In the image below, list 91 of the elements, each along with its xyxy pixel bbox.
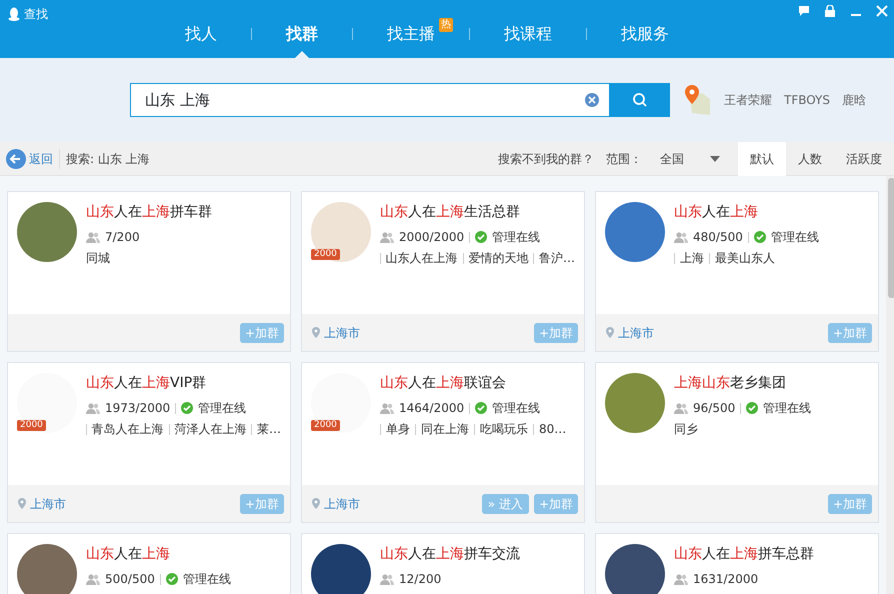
nav-tab[interactable]: 找服务 [587, 10, 703, 58]
group-tag: 单身 [386, 420, 410, 438]
members-icon [380, 574, 394, 584]
member-limit-badge: 2000 [17, 420, 46, 431]
sort-tab[interactable]: 人数 [786, 142, 834, 176]
clear-icon[interactable] [585, 93, 599, 107]
not-found-link[interactable]: 搜索不到我的群？ [498, 150, 594, 168]
member-count: 480/500 [693, 229, 743, 246]
group-name[interactable]: 山东人在上海 [86, 544, 281, 565]
scope-label: 范围： [606, 150, 642, 168]
members-icon [380, 402, 394, 414]
member-count: 2000/2000 [399, 229, 464, 246]
members-icon [674, 232, 688, 242]
member-count: 1973/2000 [105, 400, 170, 417]
keyword-link[interactable]: 鹿晗 [836, 91, 872, 109]
members-icon [86, 574, 100, 584]
window-title: 查找 [24, 6, 48, 23]
search-button[interactable] [610, 83, 670, 117]
feedback-icon[interactable] [798, 5, 810, 17]
group-tag: 爱情的天地 [468, 249, 528, 267]
members-icon [674, 402, 688, 414]
search-field[interactable]: 山东 上海 [130, 83, 610, 117]
admin-status: 管理在线 [763, 400, 812, 417]
group-tag: 吃喝玩乐 [480, 420, 528, 438]
group-tag: 同在上海 [421, 420, 469, 438]
scrollbar-thumb[interactable] [888, 178, 894, 298]
location-pin-icon [606, 327, 614, 338]
admin-status: 管理在线 [770, 229, 819, 246]
location-text: 上海市 [30, 496, 66, 512]
nav-tab[interactable]: 找主播 热 [353, 10, 469, 58]
members-icon [86, 402, 100, 414]
group-tag: 同乡 [674, 420, 698, 438]
group-tag: 菏泽人在上海 [174, 420, 246, 438]
location-text: 上海市 [324, 324, 360, 342]
avatar-photo [311, 544, 371, 594]
member-limit-badge: 2000 [311, 420, 340, 431]
group-tag: 莱… [257, 420, 281, 438]
avatar-photo [17, 544, 77, 594]
group-tag: 80… [539, 420, 566, 438]
location-text: 上海市 [618, 324, 654, 342]
keyword-link[interactable]: TFBOYS [778, 91, 836, 109]
group-name[interactable]: 上海山东老乡集团 [674, 373, 869, 394]
sort-tab[interactable]: 默认 [738, 142, 786, 176]
location-pin-icon [312, 327, 320, 338]
nav-tab[interactable]: 找群 [252, 10, 352, 58]
scrollbar[interactable] [886, 176, 894, 594]
hot-badge: 热 [439, 18, 453, 32]
member-count: 500/500 [105, 571, 155, 588]
group-tag: 鲁沪… [539, 249, 575, 267]
keyword-link[interactable]: 王者荣耀 [718, 91, 778, 109]
admin-status: 管理在线 [198, 400, 246, 417]
avatar-photo [605, 544, 665, 594]
nav-tab[interactable]: 找课程 [470, 10, 586, 58]
location-pin-icon [18, 498, 26, 509]
admin-status: 管理在线 [492, 229, 540, 246]
back-button[interactable]: 返回 [0, 148, 59, 170]
members-icon [380, 232, 394, 242]
sort-tab[interactable]: 活跃度 [834, 142, 894, 176]
member-count: 12/200 [399, 571, 442, 588]
map-pin-icon[interactable] [682, 83, 712, 117]
group-tag: 同城 [86, 249, 110, 267]
caret-icon [710, 156, 720, 162]
members-icon [86, 232, 100, 242]
member-count: 1464/2000 [399, 400, 464, 417]
members-icon [674, 574, 688, 584]
group-name[interactable]: 山东人在上海拼车群 [86, 202, 281, 223]
admin-status: 管理在线 [492, 400, 540, 417]
group-name[interactable]: 山东人在上海拼车交流 [380, 544, 575, 565]
group-tag: 青岛人在上海 [92, 420, 164, 438]
group-name[interactable]: 山东人在上海生活总群 [380, 202, 575, 223]
group-name[interactable]: 山东人在上海联谊会 [380, 373, 575, 394]
lock-icon[interactable] [824, 5, 836, 17]
group-tag: 山东人在上海 [386, 249, 458, 267]
location-pin-icon [312, 498, 320, 509]
member-count: 1631/2000 [693, 571, 758, 588]
member-count: 7/200 [105, 229, 140, 246]
group-tag: 最美山东人 [715, 249, 775, 267]
group-tag: 上海 [680, 249, 704, 267]
member-limit-badge: 2000 [311, 249, 340, 260]
scope-dropdown[interactable]: 全国 [654, 148, 726, 168]
group-name[interactable]: 山东人在上海VIP群 [86, 373, 281, 394]
member-count: 96/500 [693, 400, 736, 417]
search-icon [632, 92, 648, 108]
group-name[interactable]: 山东人在上海拼车总群 [674, 544, 869, 565]
group-name[interactable]: 山东人在上海 [674, 202, 869, 223]
penguin-logo-icon [8, 7, 20, 21]
location-text: 上海市 [324, 496, 360, 512]
nav-tab[interactable]: 找人 [151, 10, 251, 58]
search-query-text: 搜索: 山东 上海 [66, 150, 150, 168]
close-icon[interactable] [876, 5, 888, 17]
admin-status: 管理在线 [182, 571, 231, 588]
